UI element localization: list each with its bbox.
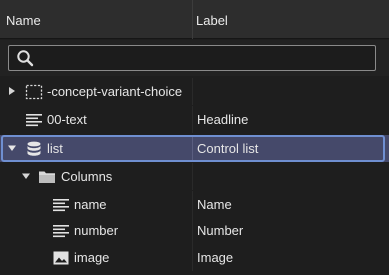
row-divider [192, 78, 193, 105]
tree-row-concept-variant-choice[interactable]: -concept-variant-choice [0, 78, 389, 105]
search-icon [17, 50, 34, 67]
search-input[interactable] [39, 46, 371, 70]
row-divider [192, 135, 193, 162]
tree-row-label: Headline [197, 112, 249, 127]
text-lines-icon [53, 199, 69, 212]
row-divider [192, 217, 193, 244]
column-header: Name Label [0, 0, 389, 39]
tree-row-00-text[interactable]: 00-text Headline [0, 106, 389, 133]
folder-icon [39, 171, 55, 183]
tree-row-label: Control list [197, 141, 259, 156]
tree-row-image-column[interactable]: image Image [0, 244, 389, 271]
search-field[interactable] [8, 45, 376, 71]
text-lines-icon [26, 114, 42, 127]
column-divider[interactable] [192, 0, 193, 39]
column-header-label[interactable]: Label [196, 0, 389, 39]
column-header-name[interactable]: Name [6, 0, 193, 39]
tree-row-name-column[interactable]: name Name [0, 191, 389, 218]
tree-row-name: name [74, 197, 107, 212]
expand-arrow-icon[interactable] [7, 86, 17, 96]
tree-row-columns[interactable]: Columns [0, 163, 389, 190]
tree-row-label: Image [197, 250, 234, 265]
row-divider [192, 244, 193, 271]
row-divider [192, 191, 193, 218]
row-divider [192, 106, 193, 133]
tree-row-name: -concept-variant-choice [47, 84, 183, 99]
search-bar [0, 40, 389, 76]
text-lines-icon [53, 225, 69, 238]
tree-row-label: Number [197, 223, 244, 238]
image-icon [53, 251, 69, 265]
collapse-arrow-icon[interactable] [21, 171, 31, 181]
collapse-arrow-icon[interactable] [7, 143, 17, 153]
tree-row-number-column[interactable]: number Number [0, 217, 389, 244]
tree-row-name: number [74, 223, 119, 238]
tree-row-name: image [74, 250, 110, 265]
tree-row-label: Name [197, 197, 232, 212]
tree-row-name: list [47, 141, 63, 156]
row-divider [192, 163, 193, 190]
tree-row-name: Columns [61, 169, 113, 184]
database-icon [27, 141, 41, 156]
dashed-box-icon [25, 84, 43, 100]
tree-row-list[interactable]: list Control list [0, 135, 389, 162]
tree-row-name: 00-text [47, 112, 87, 127]
